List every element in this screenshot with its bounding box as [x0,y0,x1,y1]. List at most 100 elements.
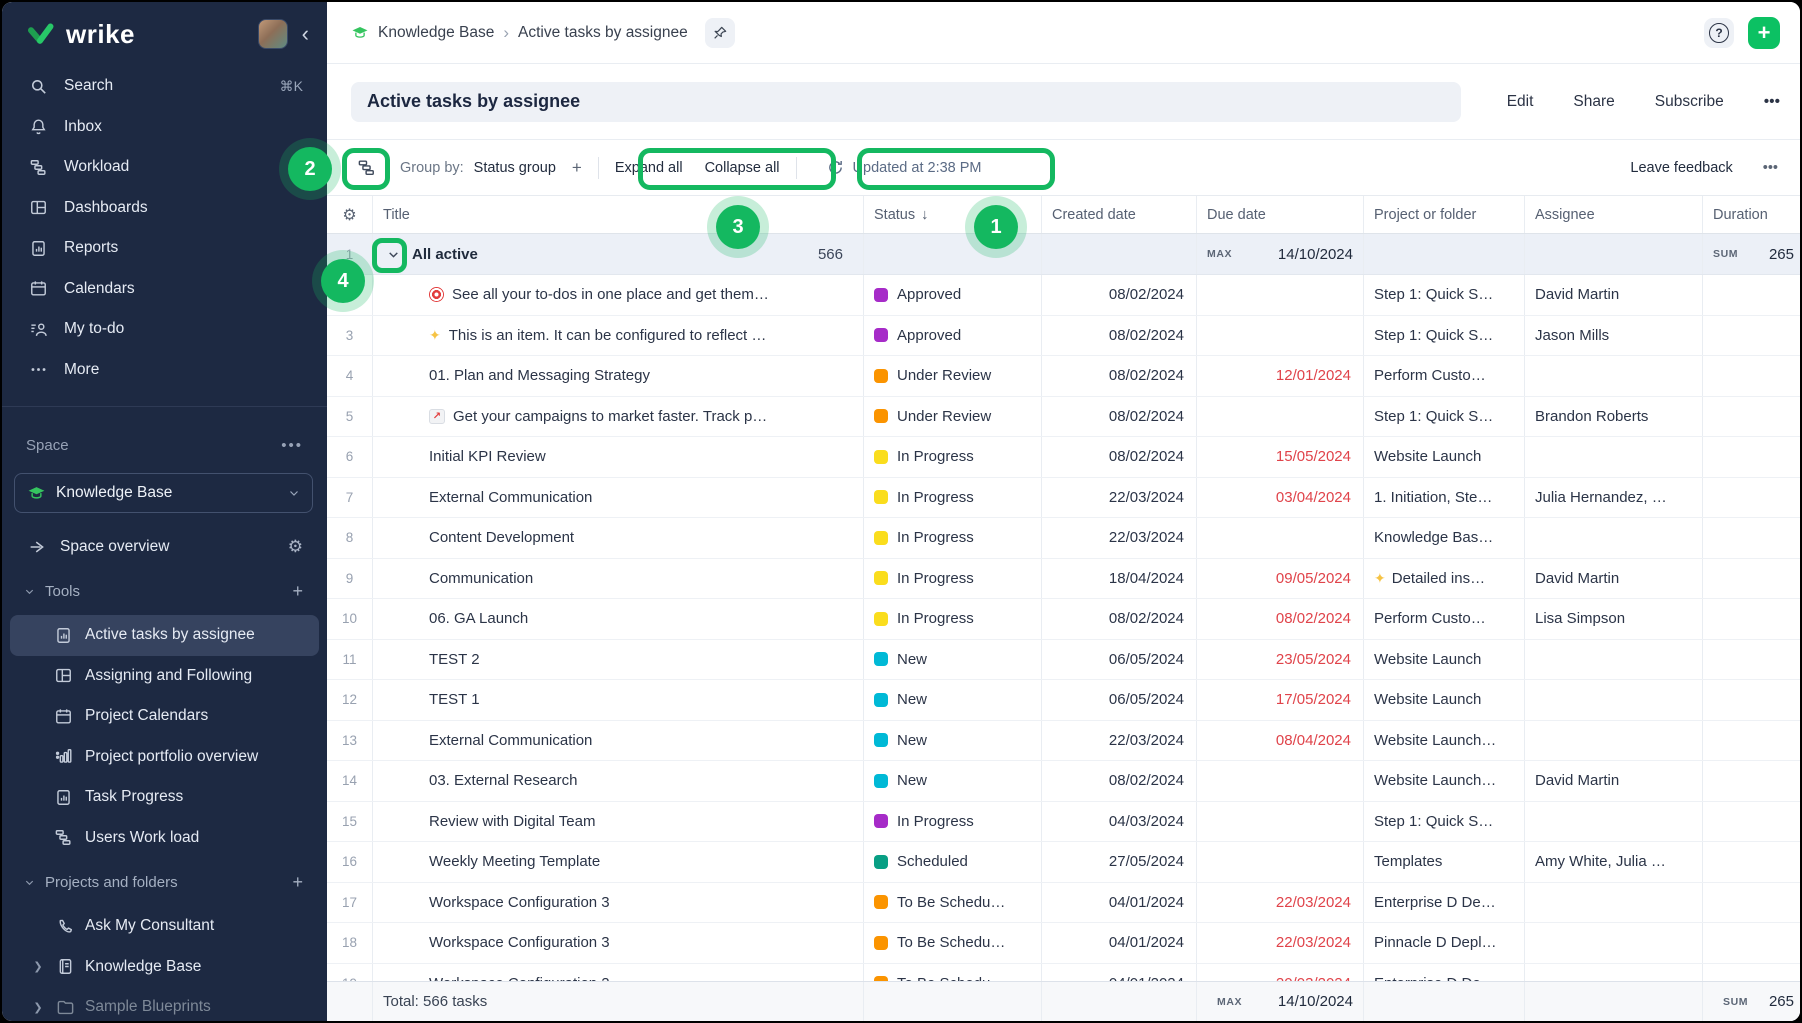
task-title-cell[interactable]: 06. GA Launch [373,599,864,639]
pin-icon[interactable] [705,18,735,48]
task-status-cell[interactable]: In Progress [864,802,1042,842]
column-header-due[interactable]: Due date [1197,196,1364,233]
user-avatar[interactable] [258,19,288,49]
task-title-cell[interactable]: Weekly Meeting Template [373,842,864,882]
table-row[interactable]: 6 Initial KPI Review In Progress 08/02/2… [327,437,1802,478]
task-title-cell[interactable]: Communication [373,559,864,599]
add-tool-icon[interactable]: + [292,581,303,602]
sidebar-item-my-to-do[interactable]: My to-do [2,309,327,350]
table-row[interactable]: 5 ↗Get your campaigns to market faster. … [327,397,1802,438]
project-cell[interactable]: Website Launch… [1364,721,1525,761]
task-status-cell[interactable]: Under Review [864,397,1042,437]
sidebar-collapse-icon[interactable]: ‹ [302,23,309,45]
sidebar-item-sample-blueprints[interactable]: ❯ Sample Blueprints [2,987,327,1021]
column-header-created[interactable]: Created date [1042,196,1197,233]
project-cell[interactable]: Enterprise D De… [1364,883,1525,923]
project-cell[interactable]: 1. Initiation, Ste… [1364,478,1525,518]
task-status-cell[interactable]: Approved [864,275,1042,315]
breadcrumb-page[interactable]: Active tasks by assignee [518,24,688,42]
group-by-icon[interactable] [354,156,378,180]
assignee-cell[interactable] [1525,640,1703,680]
sidebar-item-active-tasks-by-assignee[interactable]: Active tasks by assignee [10,615,319,656]
assignee-cell[interactable]: David Martin [1525,761,1703,801]
project-cell[interactable]: Step 1: Quick S… [1364,275,1525,315]
task-status-cell[interactable]: New [864,761,1042,801]
table-row[interactable]: 16 Weekly Meeting Template Scheduled 27/… [327,842,1802,883]
task-title-cell[interactable]: Initial KPI Review [373,437,864,477]
table-row[interactable]: 17 Workspace Configuration 3 To Be Sched… [327,883,1802,924]
project-cell[interactable]: Perform Custo… [1364,356,1525,396]
assignee-cell[interactable] [1525,802,1703,842]
assignee-cell[interactable]: David Martin [1525,559,1703,599]
sidebar-item-workload[interactable]: Workload [2,147,327,188]
sidebar-item-dashboards[interactable]: Dashboards [2,188,327,229]
sidebar-item-project-portfolio-overview[interactable]: Project portfolio overview [2,737,327,778]
project-cell[interactable]: ✦Detailed ins… [1364,559,1525,599]
task-status-cell[interactable]: In Progress [864,559,1042,599]
task-title-cell[interactable]: ✦This is an item. It can be configured t… [373,316,864,356]
task-title-cell[interactable]: Workspace Configuration 3 [373,923,864,963]
toolbar-more-icon[interactable]: ••• [1763,160,1778,176]
project-cell[interactable]: Step 1: Quick S… [1364,316,1525,356]
project-cell[interactable]: Step 1: Quick S… [1364,802,1525,842]
table-row[interactable]: 2 See all your to-dos in one place and g… [327,275,1802,316]
sidebar-item-task-progress[interactable]: Task Progress [2,777,327,818]
task-status-cell[interactable]: New [864,721,1042,761]
assignee-cell[interactable] [1525,883,1703,923]
create-button[interactable]: + [1748,17,1780,49]
task-status-cell[interactable]: To Be Schedu… [864,923,1042,963]
tools-section-header[interactable]: Tools + [2,567,327,615]
task-status-cell[interactable]: To Be Schedu… [864,883,1042,923]
sidebar-item-knowledge-base[interactable]: ❯ Knowledge Base [2,947,327,988]
task-title-cell[interactable]: See all your to-dos in one place and get… [373,275,864,315]
group-row-all-active[interactable]: 1 All active 566 MAX14/10/2024 SUM265 [327,234,1802,275]
project-cell[interactable]: Website Launch… [1364,761,1525,801]
sidebar-item-users-work-load[interactable]: Users Work load [2,818,327,859]
breadcrumb-space[interactable]: Knowledge Base [378,24,494,42]
leave-feedback-button[interactable]: Leave feedback [1630,160,1732,176]
add-project-icon[interactable]: + [292,872,303,893]
sidebar-item-ask-my-consultant[interactable]: Ask My Consultant [2,906,327,947]
table-row[interactable]: 3 ✦This is an item. It can be configured… [327,316,1802,357]
subscribe-button[interactable]: Subscribe [1655,93,1724,111]
chevron-right-icon[interactable]: ❯ [30,1001,46,1014]
assignee-cell[interactable] [1525,437,1703,477]
task-status-cell[interactable]: In Progress [864,437,1042,477]
sidebar-item-space-overview[interactable]: Space overview ⚙ [2,527,327,567]
project-cell[interactable]: Website Launch [1364,437,1525,477]
assignee-cell[interactable] [1525,923,1703,963]
task-title-cell[interactable]: External Communication [373,721,864,761]
assignee-cell[interactable] [1525,721,1703,761]
task-title-cell[interactable]: 03. External Research [373,761,864,801]
wrike-logo[interactable]: wrike [28,19,258,50]
task-title-cell[interactable]: Workspace Configuration 3 [373,883,864,923]
table-row[interactable]: 8 Content Development In Progress 22/03/… [327,518,1802,559]
expand-all-button[interactable]: Expand all [615,160,683,176]
chevron-right-icon[interactable]: ❯ [30,960,46,973]
table-row[interactable]: 4 01. Plan and Messaging Strategy Under … [327,356,1802,397]
table-row[interactable]: 11 TEST 2 New 06/05/2024 23/05/2024 Webs… [327,640,1802,681]
group-collapse-icon[interactable] [381,242,405,266]
assignee-cell[interactable] [1525,518,1703,558]
assignee-cell[interactable]: David Martin [1525,275,1703,315]
assignee-cell[interactable] [1525,356,1703,396]
table-row[interactable]: 14 03. External Research New 08/02/2024 … [327,761,1802,802]
task-title-cell[interactable]: 01. Plan and Messaging Strategy [373,356,864,396]
task-title-cell[interactable]: ↗Get your campaigns to market faster. Tr… [373,397,864,437]
assignee-cell[interactable]: Brandon Roberts [1525,397,1703,437]
sidebar-item-reports[interactable]: Reports [2,228,327,269]
project-cell[interactable]: Pinnacle D Depl… [1364,923,1525,963]
project-cell[interactable]: Perform Custo… [1364,599,1525,639]
task-title-cell[interactable]: TEST 2 [373,640,864,680]
task-status-cell[interactable]: New [864,680,1042,720]
table-row[interactable]: 7 External Communication In Progress 22/… [327,478,1802,519]
gear-icon[interactable]: ⚙ [288,537,303,557]
task-title-cell[interactable]: External Communication [373,478,864,518]
table-row[interactable]: 9 Communication In Progress 18/04/2024 0… [327,559,1802,600]
task-status-cell[interactable]: In Progress [864,478,1042,518]
table-row[interactable]: 15 Review with Digital Team In Progress … [327,802,1802,843]
sidebar-item-search[interactable]: Search ⌘K [2,66,327,107]
task-status-cell[interactable]: Approved [864,316,1042,356]
projects-section-header[interactable]: Projects and folders + [2,858,327,906]
report-title-input[interactable] [351,82,1461,122]
